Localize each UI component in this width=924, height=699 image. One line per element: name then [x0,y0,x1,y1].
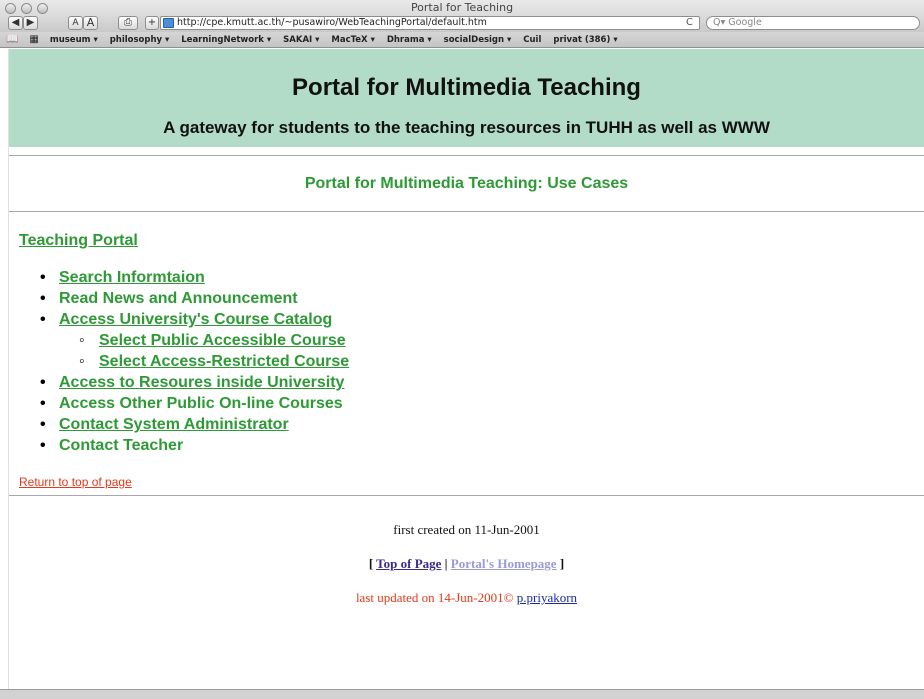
search-information-link[interactable]: Search Informtaion [59,269,205,286]
address-url: http://cpe.kmutt.ac.th/~pusawiro/WebTeac… [177,17,487,28]
read-news-text: Read News and Announcement [59,290,298,307]
list-item[interactable]: Select Access-Restricted Course [79,351,924,372]
usecase-title: Portal for Multimedia Teaching: Use Case… [304,175,629,192]
page-title: Portal for Multimedia Teaching [292,74,641,101]
teaching-portal-link[interactable]: Teaching Portal [19,232,924,250]
address-bar[interactable]: http://cpe.kmutt.ac.th/~pusawiro/WebTeac… [160,16,700,30]
status-bar [0,689,924,699]
updated-line: last updated on 14-Jun-2001© p.priyakorn [9,590,924,606]
list-item: Access Other Public On-line Courses [39,393,924,414]
print-icon[interactable]: ⎙ [118,16,138,30]
updated-date: last updated on 14-Jun-2001© [355,590,517,605]
window-title: Portal for Teaching [410,1,514,14]
return-to-top-link[interactable]: Return to top of page [19,475,924,489]
restricted-course-link[interactable]: Select Access-Restricted Course [99,353,349,370]
header-band: Portal for Multimedia Teaching A gateway… [9,49,924,147]
university-resources-link[interactable]: Access to Resoures inside University [59,374,344,391]
bookmark-socialdesign[interactable]: socialDesign ▾ [444,35,512,45]
list-item[interactable]: Access University's Course Catalog Selec… [39,309,924,372]
footer: first created on 11-Jun-2001 [ Top of Pa… [9,522,924,606]
bookmarks-book-icon[interactable]: 📖 [6,34,18,45]
list-item[interactable]: Search Informtaion [39,267,924,288]
bookmark-mactex[interactable]: MacTeX ▾ [331,35,374,45]
divider [9,495,924,496]
list-item[interactable]: Access to Resoures inside University [39,372,924,393]
bookmark-privat[interactable]: privat (386) ▾ [553,35,617,45]
author-link[interactable]: p.priyakorn [517,590,577,605]
list-item[interactable]: Select Public Accessible Course [79,330,924,351]
add-bookmark-button[interactable]: + [145,16,159,30]
bookmark-dhrama[interactable]: Dhrama ▾ [387,35,432,45]
bookmark-philosophy[interactable]: philosophy ▾ [110,35,170,45]
footer-nav: [ Top of Page | Portal's Homepage ] [9,556,924,572]
portal-homepage-link[interactable]: Portal's Homepage [451,556,557,571]
divider [9,211,924,212]
bookmark-cuil[interactable]: Cuil [523,35,541,45]
list-item: Contact Teacher [39,435,924,456]
top-of-page-link[interactable]: Top of Page [376,556,441,571]
public-online-courses-text: Access Other Public On-line Courses [59,395,343,412]
course-catalog-sublist: Select Public Accessible Course Select A… [79,330,924,372]
back-button[interactable]: ◀ [8,16,23,30]
list-item: Read News and Announcement [39,288,924,309]
forward-button[interactable]: ▶ [23,16,38,30]
nav-bracket-close: ] [556,556,565,571]
reload-icon[interactable]: C [686,17,693,29]
bookmark-sakai[interactable]: SAKAI ▾ [283,35,319,45]
top-sites-grid-icon[interactable]: ▦ [29,34,38,45]
window-left-edge [0,49,9,699]
nav-separator: | [441,556,451,571]
page-subtitle: A gateway for students to the teaching r… [163,118,770,137]
search-input[interactable]: Q▾ Google [706,16,920,30]
page-content: Portal for Multimedia Teaching A gateway… [9,49,924,689]
public-course-link[interactable]: Select Public Accessible Course [99,332,346,349]
text-larger-button[interactable]: A [83,16,98,30]
browser-toolbar: ◀ ▶ A A ⎙ + http://cpe.kmutt.ac.th/~pusa… [0,15,924,32]
site-favicon-icon [163,18,174,28]
contact-admin-link[interactable]: Contact System Administrator [59,416,289,433]
contact-teacher-text: Contact Teacher [59,437,184,454]
text-smaller-button[interactable]: A [68,16,83,30]
bookmarks-bar: 📖 ▦ museum ▾ philosophy ▾ LearningNetwor… [0,32,924,48]
use-case-list: Search Informtaion Read News and Announc… [39,267,924,456]
course-catalog-link[interactable]: Access University's Course Catalog [59,311,332,328]
bookmark-learningnetwork[interactable]: LearningNetwork ▾ [181,35,271,45]
bookmark-museum[interactable]: museum ▾ [50,35,98,45]
created-date: first created on 11-Jun-2001 [393,522,540,537]
list-item[interactable]: Contact System Administrator [39,414,924,435]
